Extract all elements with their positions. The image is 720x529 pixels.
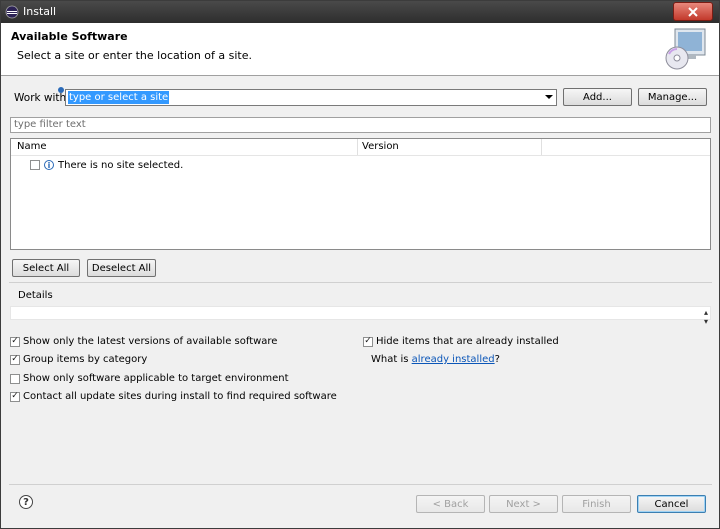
column-separator [357,139,358,155]
eclipse-icon [5,5,19,19]
group-by-category-option[interactable]: Group items by category [10,354,147,365]
work-with-label: Work with: [14,92,70,104]
window-title: Install [23,5,57,18]
target-environment-checkbox[interactable] [10,373,20,384]
filter-input[interactable]: type filter text [10,117,711,133]
select-all-button[interactable]: Select All [12,259,80,277]
table-header: Name Version [11,139,710,156]
select-all-label: Select All [22,262,70,274]
what-is-suffix: ? [494,354,500,365]
what-is-prefix: What is [371,354,409,365]
group-by-category-checkbox[interactable] [10,354,20,365]
deselect-all-label: Deselect All [91,262,152,274]
already-installed-link[interactable]: already installed [412,354,495,365]
contact-sites-label: Contact all update sites during install … [23,391,337,402]
hide-installed-option[interactable]: Hide items that are already installed [363,336,559,347]
work-with-combo[interactable]: type or select a site [65,89,557,106]
title-bar[interactable]: Install [1,1,719,23]
separator [9,282,712,283]
close-icon [688,6,698,17]
latest-versions-option[interactable]: Show only the latest versions of availab… [10,336,277,347]
latest-versions-checkbox[interactable] [10,336,20,347]
work-with-value: type or select a site [68,91,170,104]
details-label: Details [18,290,53,301]
deselect-all-button[interactable]: Deselect All [87,259,156,277]
add-button[interactable]: Add... [563,88,632,106]
target-environment-option[interactable]: Show only software applicable to target … [10,373,289,384]
info-icon: i [44,160,54,170]
hide-installed-label: Hide items that are already installed [376,336,559,347]
page-subtitle: Select a site or enter the location of a… [17,49,253,62]
help-icon[interactable]: ? [19,495,33,509]
close-button[interactable] [673,2,713,21]
contact-sites-option[interactable]: Contact all update sites during install … [10,391,337,402]
target-environment-label: Show only software applicable to target … [23,373,289,384]
column-version-header[interactable]: Version [362,141,399,152]
wizard-header: Available Software Select a site or ente… [1,23,719,76]
group-by-category-label: Group items by category [23,354,148,365]
manage-button[interactable]: Manage... [638,88,707,106]
work-with-label-text: Work with: [14,92,70,104]
table-row[interactable]: i There is no site selected. [30,158,183,172]
scroll-arrows-icon[interactable]: ▴ ▾ [704,308,708,326]
next-button[interactable]: Next > [489,495,558,513]
back-button[interactable]: < Back [416,495,485,513]
software-table: Name Version i There is no site selected… [10,138,711,250]
latest-versions-label: Show only the latest versions of availab… [23,336,278,347]
footer-separator [9,484,712,485]
column-separator [541,139,542,155]
column-name-header[interactable]: Name [17,141,47,152]
row-name: There is no site selected. [58,159,184,171]
contact-sites-checkbox[interactable] [10,391,20,402]
dropdown-arrow-icon[interactable] [545,95,553,99]
cancel-button[interactable]: Cancel [637,495,706,513]
install-cd-icon [665,28,706,70]
hide-installed-checkbox[interactable] [363,336,373,347]
page-title: Available Software [11,30,128,43]
install-dialog: Install Available Software Select a site… [0,0,720,529]
what-is-installed-text: What is already installed? [371,354,500,365]
row-checkbox[interactable] [30,160,40,170]
details-area[interactable]: ▴ ▾ [10,306,711,326]
info-decoration-icon [58,87,64,93]
finish-button[interactable]: Finish [562,495,631,513]
